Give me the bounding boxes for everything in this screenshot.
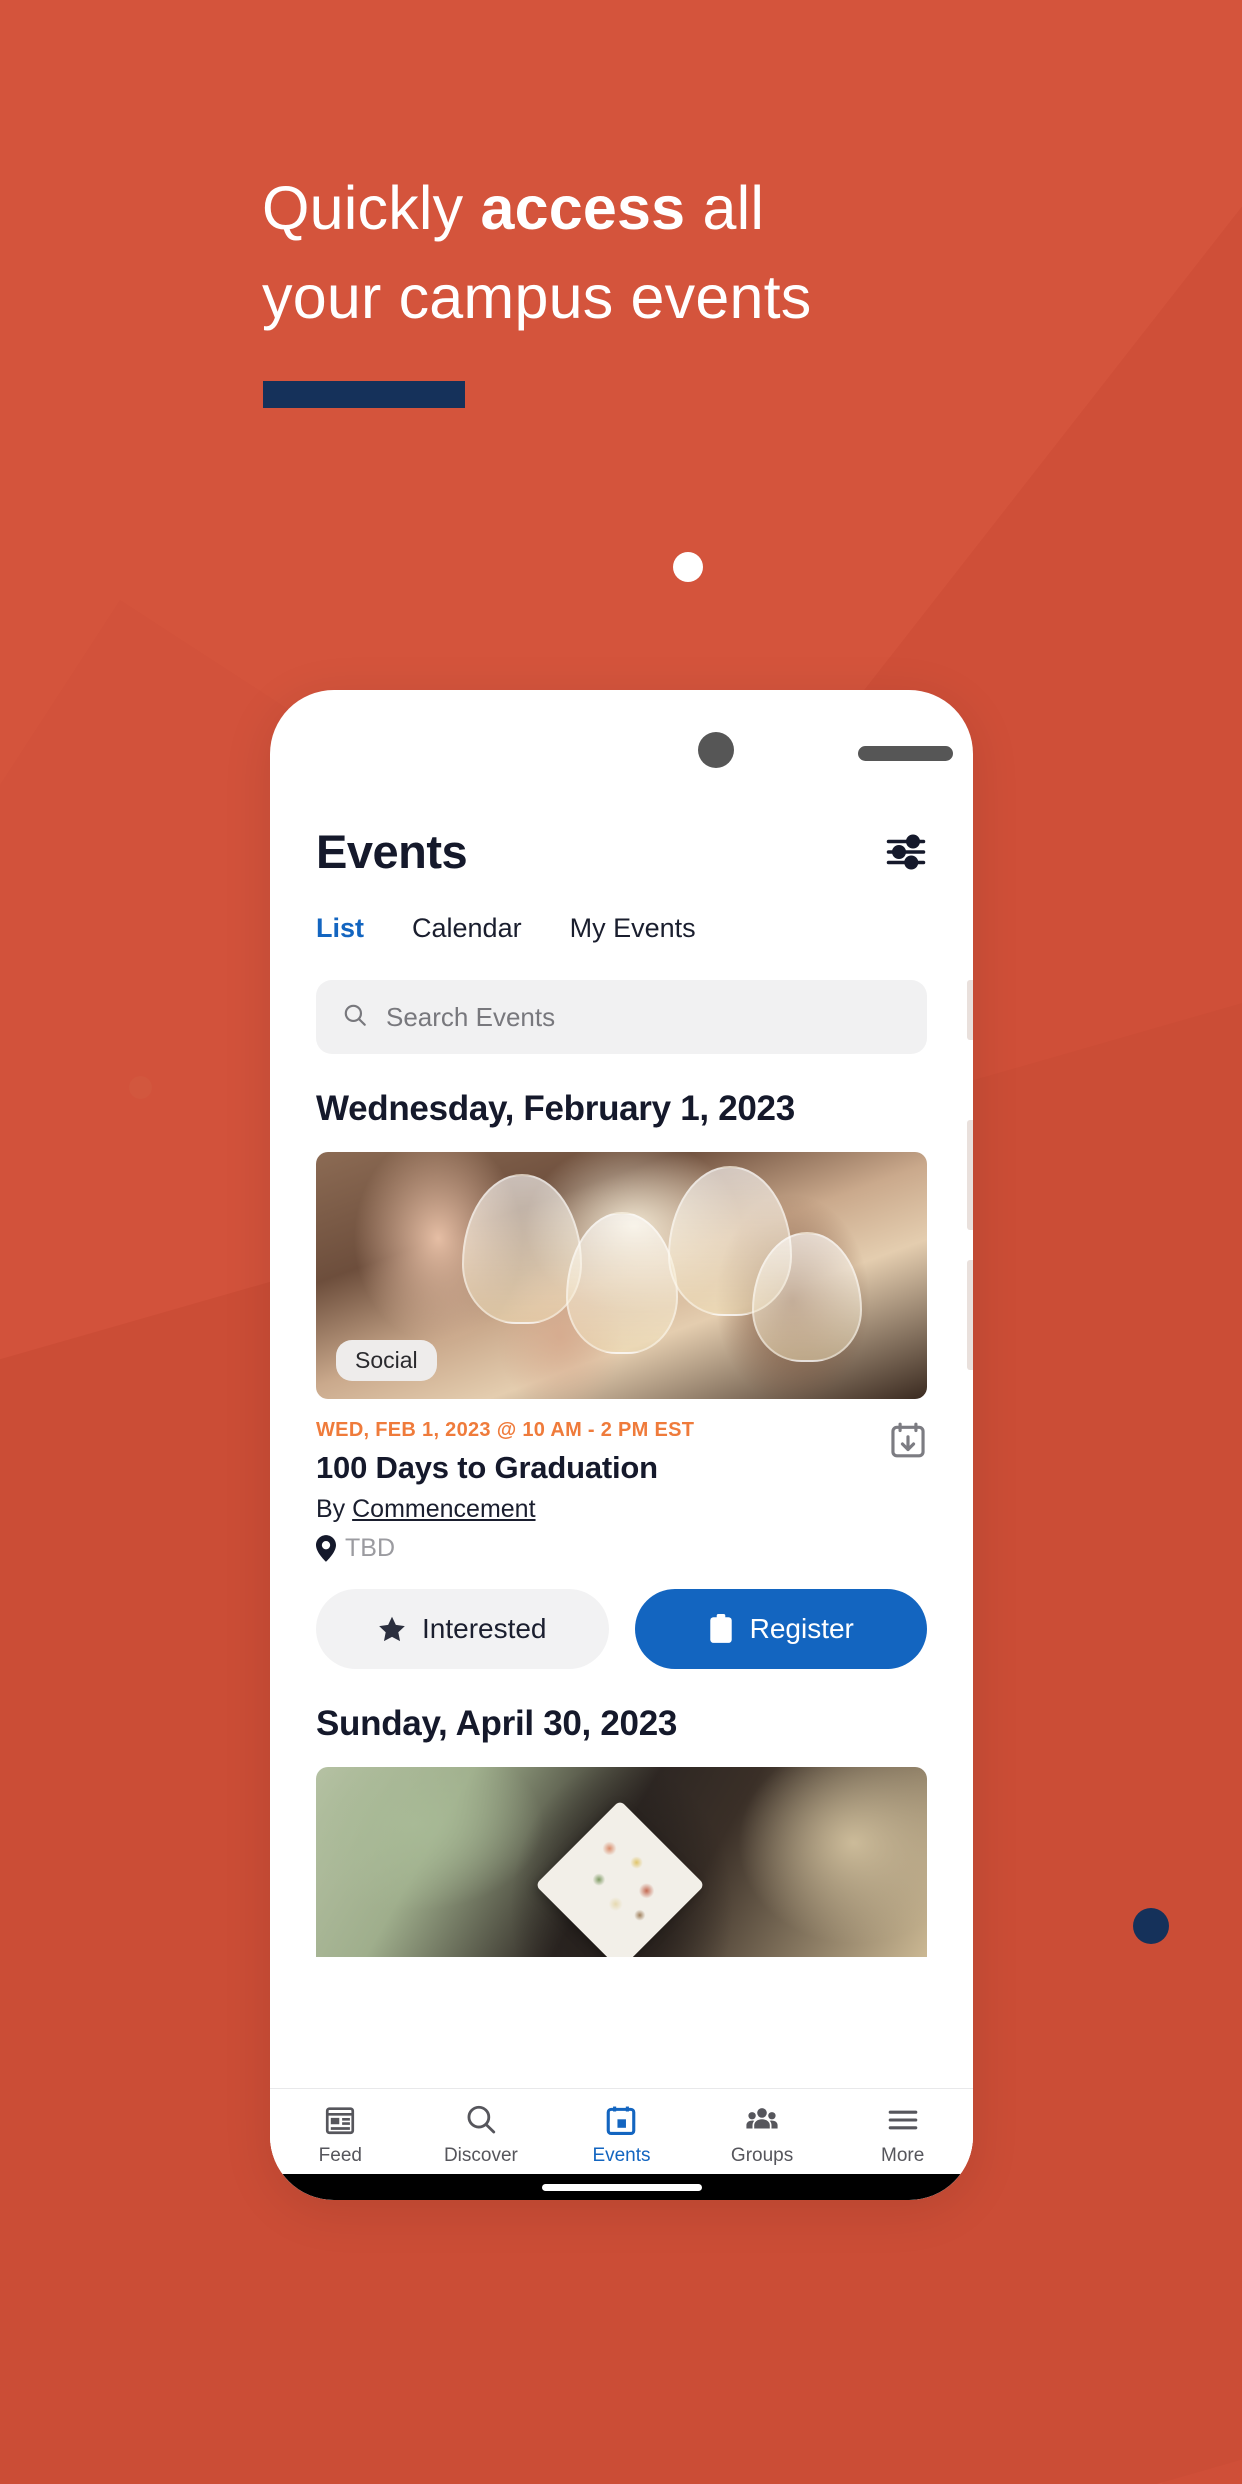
interested-label: Interested [421,1613,547,1644]
home-indicator-area [270,2174,973,2200]
event-card-next[interactable] [316,1767,927,1957]
event-location: TBD [316,1534,927,1563]
nav-label-groups: Groups [730,2145,794,2166]
background-dot-navy [1133,1908,1169,1944]
phone-top-bezel [270,690,973,788]
star-icon [378,1615,406,1643]
event-card[interactable]: Social WED, FEB 1, 2023 @ 10 AM - 2 PM E… [316,1152,927,1669]
nav-item-discover[interactable]: Discover [411,2103,552,2167]
event-actions: Interested Register [316,1589,927,1669]
background-dot-white [673,552,703,582]
search-bar[interactable] [316,980,927,1054]
date-heading-1: Wednesday, February 1, 2023 [316,1089,795,1128]
headline-text-b: all [685,174,765,242]
nav-label-events: Events [592,2145,651,2166]
nav-item-more[interactable]: More [832,2103,973,2167]
headline-underline-bar [263,381,465,408]
promo-headline: Quickly access all your campus events [262,178,1022,328]
nav-item-events[interactable]: Events [551,2103,692,2167]
organizer-link[interactable]: Commencement [352,1495,535,1523]
background-dot-faint [129,1076,152,1099]
hamburger-icon [885,2103,921,2137]
phone-side-button-3 [967,1260,973,1370]
promo-screenshot: Quickly access all your campus events Ev… [0,0,1242,2484]
cap-flowers [550,1815,690,1955]
home-indicator[interactable] [541,2183,702,2191]
tab-calendar[interactable]: Calendar [412,913,522,944]
app-header: Events [270,788,973,879]
nav-item-feed[interactable]: Feed [270,2103,411,2167]
tab-my-events[interactable]: My Events [570,913,696,944]
front-camera-icon [698,732,734,768]
interested-button[interactable]: Interested [316,1589,609,1669]
nav-item-groups[interactable]: Groups [692,2103,833,2167]
tab-list[interactable]: List [316,913,364,944]
nav-label-feed: Feed [318,2145,362,2166]
clipboard-icon [708,1614,734,1644]
phone-side-button-1 [967,980,973,1040]
search-icon [342,1002,368,1033]
nav-label-more: More [881,2145,925,2166]
app-screen: Events List Calendar My Events Search Ev… [270,788,973,2200]
event-location-text: TBD [345,1534,395,1562]
feed-icon [322,2103,358,2137]
people-icon [744,2103,780,2137]
phone-mockup: Events List Calendar My Events Search Ev… [270,690,973,2200]
register-label: Register [749,1613,854,1644]
sliders-icon[interactable] [885,831,927,873]
event-title: 100 Days to Graduation [316,1450,658,1485]
calendar-icon [603,2103,639,2137]
map-pin-icon [316,1535,336,1562]
earpiece-speaker [858,746,953,761]
search-input[interactable] [386,1001,901,1033]
date-heading-2: Sunday, April 30, 2023 [316,1704,678,1743]
view-tabs: List Calendar My Events [270,879,973,944]
organizer-prefix: By [316,1495,353,1523]
register-button[interactable]: Register [634,1589,927,1669]
event-category-badge: Social [336,1340,437,1381]
phone-side-button-2 [967,1120,973,1230]
headline-text-a: Quickly [262,174,481,242]
page-title: Events [316,825,468,878]
event-image-next [316,1767,927,1957]
headline-line-2: your campus events [262,263,812,331]
event-photo-graduation [316,1767,927,1957]
event-datetime: WED, FEB 1, 2023 @ 10 AM - 2 PM EST [316,1419,695,1441]
headline-line-1: Quickly access all [262,174,764,242]
nav-label-discover: Discover [443,2145,518,2166]
event-image: Social [316,1152,927,1399]
search-icon [463,2103,499,2137]
event-organizer: By Commencement [316,1495,927,1524]
event-meta: WED, FEB 1, 2023 @ 10 AM - 2 PM EST 100 … [316,1419,927,1563]
headline-bold-word: access [480,174,686,242]
